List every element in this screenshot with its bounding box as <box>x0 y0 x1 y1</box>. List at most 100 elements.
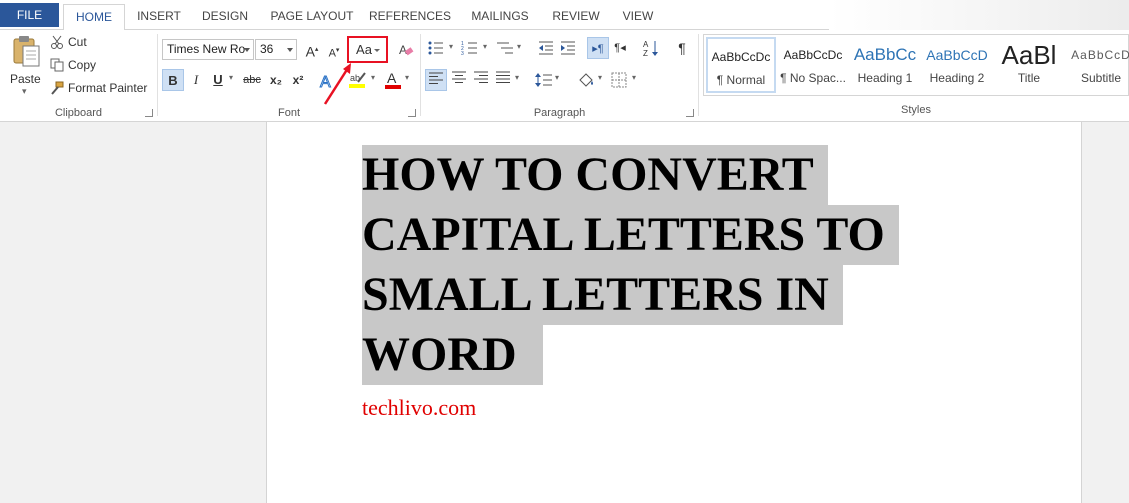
svg-text:3: 3 <box>461 51 464 56</box>
style-name: Subtitle <box>1080 71 1122 85</box>
bold-button[interactable]: B <box>162 69 184 91</box>
format-painter-icon <box>51 81 64 95</box>
italic-button[interactable]: I <box>185 69 207 91</box>
style-heading-2[interactable]: AaBbCcD Heading 2 <box>922 37 992 93</box>
justify-button[interactable] <box>492 69 514 91</box>
align-left-button[interactable] <box>425 69 447 91</box>
svg-text:A: A <box>387 70 397 86</box>
align-center-button[interactable] <box>448 69 470 91</box>
borders-icon[interactable] <box>611 72 627 88</box>
shrink-font-button[interactable]: A▾ <box>323 40 345 62</box>
shading-dropdown-arrow[interactable]: ▾ <box>598 73 602 82</box>
highlight-dropdown-arrow[interactable]: ▾ <box>371 73 375 82</box>
bullets-dropdown-arrow[interactable]: ▾ <box>449 42 453 51</box>
align-center-icon <box>452 71 466 83</box>
copy-button[interactable]: Copy <box>68 58 96 72</box>
strikethrough-button[interactable]: abc <box>239 69 265 91</box>
tab-review[interactable]: REVIEW <box>546 4 606 30</box>
ltr-text-direction-button[interactable]: ▸¶ <box>587 37 609 59</box>
multilevel-dropdown-arrow[interactable]: ▾ <box>517 42 521 51</box>
svg-text:A: A <box>643 40 649 49</box>
show-formatting-marks-button[interactable]: ¶ <box>671 37 693 59</box>
font-name-value: Times New Ro <box>167 42 246 56</box>
style-subtitle[interactable]: AaBbCcD Subtitle <box>1066 37 1129 93</box>
numbering-dropdown-arrow[interactable]: ▾ <box>483 42 487 51</box>
cut-button[interactable]: Cut <box>68 35 87 49</box>
svg-text:A: A <box>399 43 407 57</box>
styles-gallery: AaBbCcDc ¶ Normal AaBbCcDc ¶ No Spac... … <box>703 34 1129 96</box>
font-dialog-launcher[interactable] <box>408 109 416 117</box>
style-name: ¶ No Spac... <box>780 71 846 85</box>
tab-design[interactable]: DESIGN <box>195 4 255 30</box>
font-name-combo[interactable]: Times New Ro <box>162 39 254 60</box>
tab-file[interactable]: FILE <box>0 3 59 27</box>
style-name: Heading 1 <box>857 71 913 85</box>
style-name: Heading 2 <box>929 71 985 85</box>
heading-line-1[interactable]: HOW TO CONVERT <box>362 145 828 205</box>
paragraph-dialog-launcher[interactable] <box>686 109 694 117</box>
align-left-icon <box>429 72 443 84</box>
font-group-label: Font <box>277 107 300 119</box>
increase-indent-icon[interactable] <box>559 40 577 56</box>
align-right-button[interactable] <box>470 69 492 91</box>
line-spacing-icon[interactable] <box>535 72 553 88</box>
format-painter-button[interactable]: Format Painter <box>68 81 147 95</box>
tab-view[interactable]: VIEW <box>615 4 661 30</box>
style-preview: AaBbCcD <box>926 47 988 63</box>
tab-references[interactable]: REFERENCES <box>367 4 453 30</box>
grow-font-button[interactable]: A▴ <box>301 39 323 61</box>
style-title[interactable]: AaBl Title <box>994 37 1064 93</box>
site-text[interactable]: techlivo.com <box>362 395 476 421</box>
paste-dropdown-arrow[interactable]: ▾ <box>22 86 27 97</box>
bullets-icon[interactable] <box>427 40 445 56</box>
paragraph-group: ▾ 1 2 3 ▾ ▾ ▸¶ ¶◂ A Z ¶ ▾ ▾ ▾ ▾ Paragrap… <box>421 30 698 122</box>
ribbon-tab-bar: FILE HOME INSERT DESIGN PAGE LAYOUT REFE… <box>0 0 1129 31</box>
tab-home[interactable]: HOME <box>63 4 125 31</box>
clipboard-dialog-launcher[interactable] <box>145 109 153 117</box>
style-preview: AaBl <box>1001 40 1057 70</box>
annotation-arrow-icon <box>323 63 351 105</box>
style-heading-1[interactable]: AaBbCc Heading 1 <box>850 37 920 93</box>
paste-button[interactable]: Paste ▾ <box>8 34 44 96</box>
numbering-icon[interactable]: 1 2 3 <box>461 40 479 56</box>
annotation-highlight-box <box>347 36 388 63</box>
heading-line-3[interactable]: SMALL LETTERS IN <box>362 265 843 325</box>
tab-mailings[interactable]: MAILINGS <box>463 4 537 30</box>
underline-button[interactable]: U <box>207 69 229 91</box>
styles-group-label: Styles <box>901 104 931 116</box>
office-background-art <box>829 0 1129 30</box>
subscript-button[interactable]: x₂ <box>265 69 287 91</box>
tab-page-layout[interactable]: PAGE LAYOUT <box>265 4 359 30</box>
rtl-text-direction-button[interactable]: ¶◂ <box>609 37 631 59</box>
copy-icon <box>50 58 64 72</box>
font-color-dropdown-arrow[interactable]: ▾ <box>405 73 409 82</box>
style-no-spacing[interactable]: AaBbCcDc ¶ No Spac... <box>778 37 848 93</box>
clipboard-group: Paste ▾ Cut Copy Format Painter Clipboar… <box>0 30 157 122</box>
sort-icon[interactable]: AZ <box>643 39 659 57</box>
line-spacing-dropdown-arrow[interactable]: ▾ <box>555 73 559 82</box>
heading-line-2[interactable]: CAPITAL LETTERS TO <box>362 205 899 265</box>
font-name-dropdown-arrow <box>244 48 250 52</box>
superscript-button[interactable]: x² <box>287 69 309 91</box>
font-size-dropdown-arrow <box>287 48 293 52</box>
scissors-icon <box>51 35 63 49</box>
style-normal[interactable]: AaBbCcDc ¶ Normal <box>706 37 776 93</box>
font-size-combo[interactable]: 36 <box>255 39 297 60</box>
justify-dropdown-arrow[interactable]: ▾ <box>515 73 519 82</box>
style-preview: AaBbCcD <box>1071 48 1129 62</box>
heading-line-4[interactable]: WORD <box>362 325 543 385</box>
shading-icon[interactable] <box>577 71 595 89</box>
tab-insert[interactable]: INSERT <box>131 4 187 30</box>
style-preview: AaBbCc <box>853 45 917 64</box>
word-window: FILE HOME INSERT DESIGN PAGE LAYOUT REFE… <box>0 0 1129 503</box>
decrease-indent-icon[interactable] <box>537 40 555 56</box>
style-name: ¶ Normal <box>716 73 766 87</box>
style-preview: AaBbCcDc <box>783 48 843 62</box>
style-preview: AaBbCcDc <box>711 50 771 64</box>
font-color-icon[interactable]: A <box>384 70 402 90</box>
multilevel-list-icon[interactable] <box>495 40 515 56</box>
underline-dropdown-arrow[interactable]: ▾ <box>229 73 233 82</box>
clipboard-group-label: Clipboard <box>54 107 103 119</box>
borders-dropdown-arrow[interactable]: ▾ <box>632 73 636 82</box>
clear-formatting-icon[interactable]: A <box>398 42 414 58</box>
